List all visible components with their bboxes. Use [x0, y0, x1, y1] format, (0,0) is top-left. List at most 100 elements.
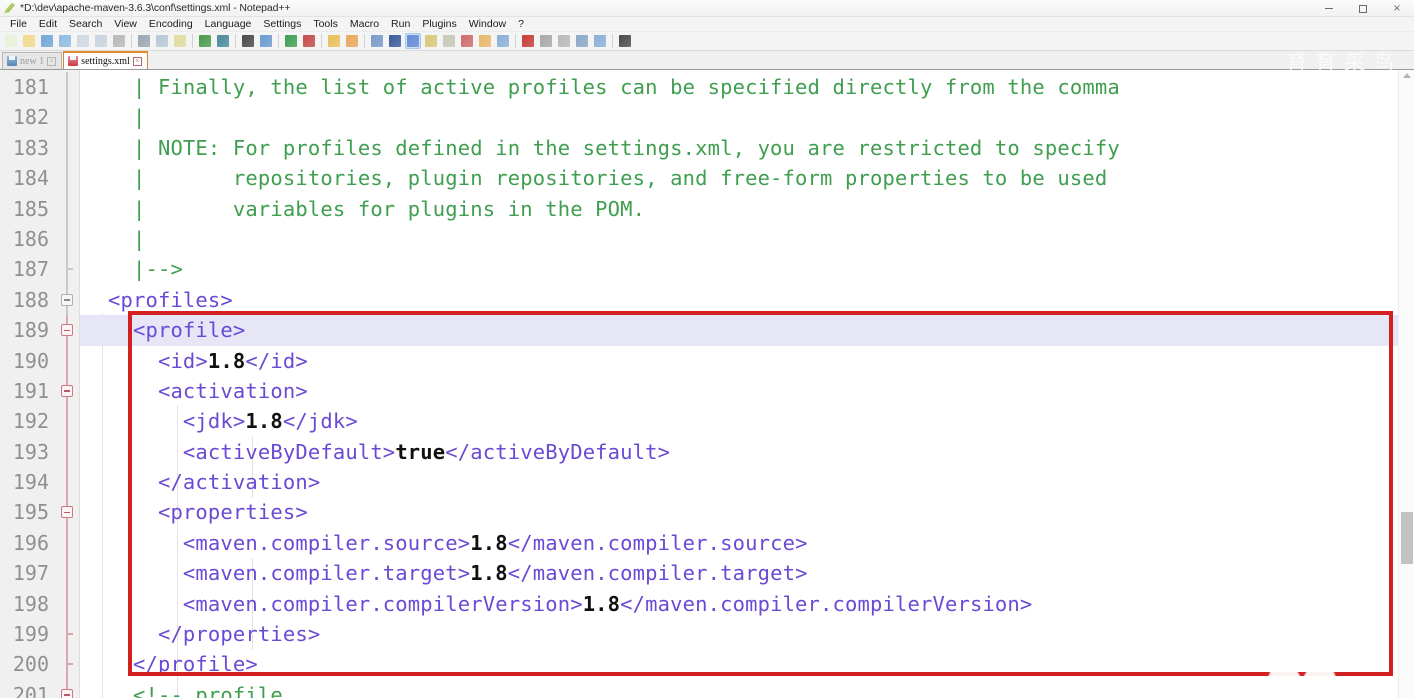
- playback-macro-icon[interactable]: [556, 33, 572, 49]
- fold-marker-row[interactable]: [55, 436, 79, 468]
- menu-item-file[interactable]: File: [4, 17, 33, 32]
- code-line[interactable]: <maven.compiler.target>1.8</maven.compil…: [80, 558, 1414, 588]
- code-line[interactable]: </properties>: [80, 619, 1414, 649]
- collapse-fold-icon[interactable]: [61, 384, 73, 397]
- code-line[interactable]: | variables for plugins in the POM.: [80, 194, 1414, 224]
- code-line[interactable]: |: [80, 102, 1414, 132]
- minimize-button[interactable]: [1312, 0, 1346, 17]
- code-line[interactable]: <activeByDefault>true</activeByDefault>: [80, 437, 1414, 467]
- fold-marker-row[interactable]: [55, 345, 79, 376]
- zoom-in-icon[interactable]: [283, 33, 299, 49]
- menu-item-view[interactable]: View: [108, 17, 143, 32]
- code-line[interactable]: </profile>: [80, 649, 1414, 679]
- zoom-out-icon[interactable]: [301, 33, 317, 49]
- fold-marker-row[interactable]: [55, 679, 79, 698]
- vertical-scroll-thumb[interactable]: [1401, 512, 1413, 564]
- paste-icon[interactable]: [172, 33, 188, 49]
- menu-item-window[interactable]: Window: [463, 17, 512, 32]
- open-file-icon[interactable]: [21, 33, 37, 49]
- fold-marker-row[interactable]: [55, 132, 79, 164]
- fold-marker-row[interactable]: [55, 588, 79, 620]
- fold-marker-row[interactable]: [55, 649, 79, 680]
- folder-as-workspace-icon[interactable]: [477, 33, 493, 49]
- fold-marker-row[interactable]: [55, 497, 79, 528]
- copy-icon[interactable]: [154, 33, 170, 49]
- start-record-macro-icon[interactable]: [520, 33, 536, 49]
- menu-item-edit[interactable]: Edit: [33, 17, 63, 32]
- code-line[interactable]: |: [80, 224, 1414, 254]
- code-line[interactable]: <maven.compiler.compilerVersion>1.8</mav…: [80, 589, 1414, 619]
- menu-item-language[interactable]: Language: [199, 17, 258, 32]
- code-line[interactable]: | NOTE: For profiles defined in the sett…: [80, 133, 1414, 163]
- sync-vertical-scroll-icon[interactable]: [326, 33, 342, 49]
- show-all-characters-icon[interactable]: [387, 33, 403, 49]
- code-line[interactable]: <profiles>: [80, 285, 1414, 315]
- function-list-icon[interactable]: [459, 33, 475, 49]
- menu-item-plugins[interactable]: Plugins: [416, 17, 462, 32]
- tab-close-icon[interactable]: ×: [132, 56, 142, 66]
- fold-marker-row[interactable]: [55, 72, 79, 103]
- scroll-up-arrow-icon[interactable]: [1403, 73, 1411, 78]
- fold-marker-row[interactable]: [55, 619, 79, 650]
- close-file-icon[interactable]: [75, 33, 91, 49]
- code-folding-column[interactable]: [55, 70, 80, 698]
- sync-horizontal-scroll-icon[interactable]: [344, 33, 360, 49]
- code-line[interactable]: <jdk>1.8</jdk>: [80, 406, 1414, 436]
- close-all-files-icon[interactable]: [93, 33, 109, 49]
- find-icon[interactable]: [240, 33, 256, 49]
- show-user-defined-dialog-icon[interactable]: [423, 33, 439, 49]
- run-macro-multiple-times-icon[interactable]: [574, 33, 590, 49]
- menu-item-macro[interactable]: Macro: [344, 17, 385, 32]
- fold-marker-row[interactable]: [55, 315, 79, 346]
- word-wrap-icon[interactable]: [369, 33, 385, 49]
- fold-marker-row[interactable]: [55, 102, 79, 133]
- fold-marker-row[interactable]: [55, 558, 79, 589]
- menu-item-tools[interactable]: Tools: [307, 17, 344, 32]
- save-icon[interactable]: [39, 33, 55, 49]
- stop-record-macro-icon[interactable]: [538, 33, 554, 49]
- vertical-scrollbar[interactable]: [1398, 70, 1414, 698]
- fold-marker-row[interactable]: [55, 375, 79, 407]
- fold-marker-row[interactable]: [55, 163, 79, 194]
- fold-marker-row[interactable]: [55, 254, 79, 285]
- fold-marker-row[interactable]: [55, 467, 79, 498]
- collapse-fold-icon[interactable]: [61, 688, 73, 698]
- monitoring-icon[interactable]: [495, 33, 511, 49]
- code-line[interactable]: | repositories, plugin repositories, and…: [80, 163, 1414, 193]
- fold-marker-row[interactable]: [55, 223, 79, 255]
- code-line[interactable]: |-->: [80, 254, 1414, 284]
- menu-item-search[interactable]: Search: [63, 17, 108, 32]
- collapse-fold-icon[interactable]: [61, 293, 73, 306]
- redo-icon[interactable]: [215, 33, 231, 49]
- document-map-icon[interactable]: [441, 33, 457, 49]
- editor-area[interactable]: 181 182 183 184 185 186 187 188 189 190 191 192 193 1…: [0, 70, 1414, 698]
- code-line[interactable]: <id>1.8</id>: [80, 346, 1414, 376]
- fold-marker-row[interactable]: [55, 406, 79, 437]
- menu-item-encoding[interactable]: Encoding: [143, 17, 199, 32]
- tab-close-icon[interactable]: ×: [47, 56, 57, 66]
- cut-icon[interactable]: [136, 33, 152, 49]
- fold-marker-row[interactable]: [55, 527, 79, 559]
- save-macro-icon[interactable]: [592, 33, 608, 49]
- undo-icon[interactable]: [197, 33, 213, 49]
- code-line-current[interactable]: <profile>: [80, 315, 1414, 346]
- tab-new-1[interactable]: new 1 ×: [2, 52, 63, 69]
- tab-settings-xml[interactable]: settings.xml ×: [63, 51, 148, 69]
- code-line[interactable]: <properties>: [80, 497, 1414, 527]
- fold-marker-row[interactable]: [55, 193, 79, 224]
- code-line[interactable]: <activation>: [80, 376, 1414, 406]
- print-icon[interactable]: [111, 33, 127, 49]
- replace-icon[interactable]: [258, 33, 274, 49]
- run-icon[interactable]: [617, 33, 633, 49]
- close-button[interactable]: ×: [1380, 0, 1414, 17]
- code-line[interactable]: <maven.compiler.source>1.8</maven.compil…: [80, 528, 1414, 558]
- new-file-icon[interactable]: [3, 33, 19, 49]
- collapse-fold-icon[interactable]: [61, 324, 73, 337]
- code-line[interactable]: <!-- profile: [80, 680, 1414, 698]
- code-line[interactable]: </activation>: [80, 467, 1414, 497]
- menu-item-settings[interactable]: Settings: [257, 17, 307, 32]
- menu-item-run[interactable]: Run: [385, 17, 416, 32]
- indent-guide-icon[interactable]: [405, 33, 421, 49]
- menu-item-help[interactable]: ?: [512, 17, 530, 32]
- code-line[interactable]: | Finally, the list of active profiles c…: [80, 72, 1414, 102]
